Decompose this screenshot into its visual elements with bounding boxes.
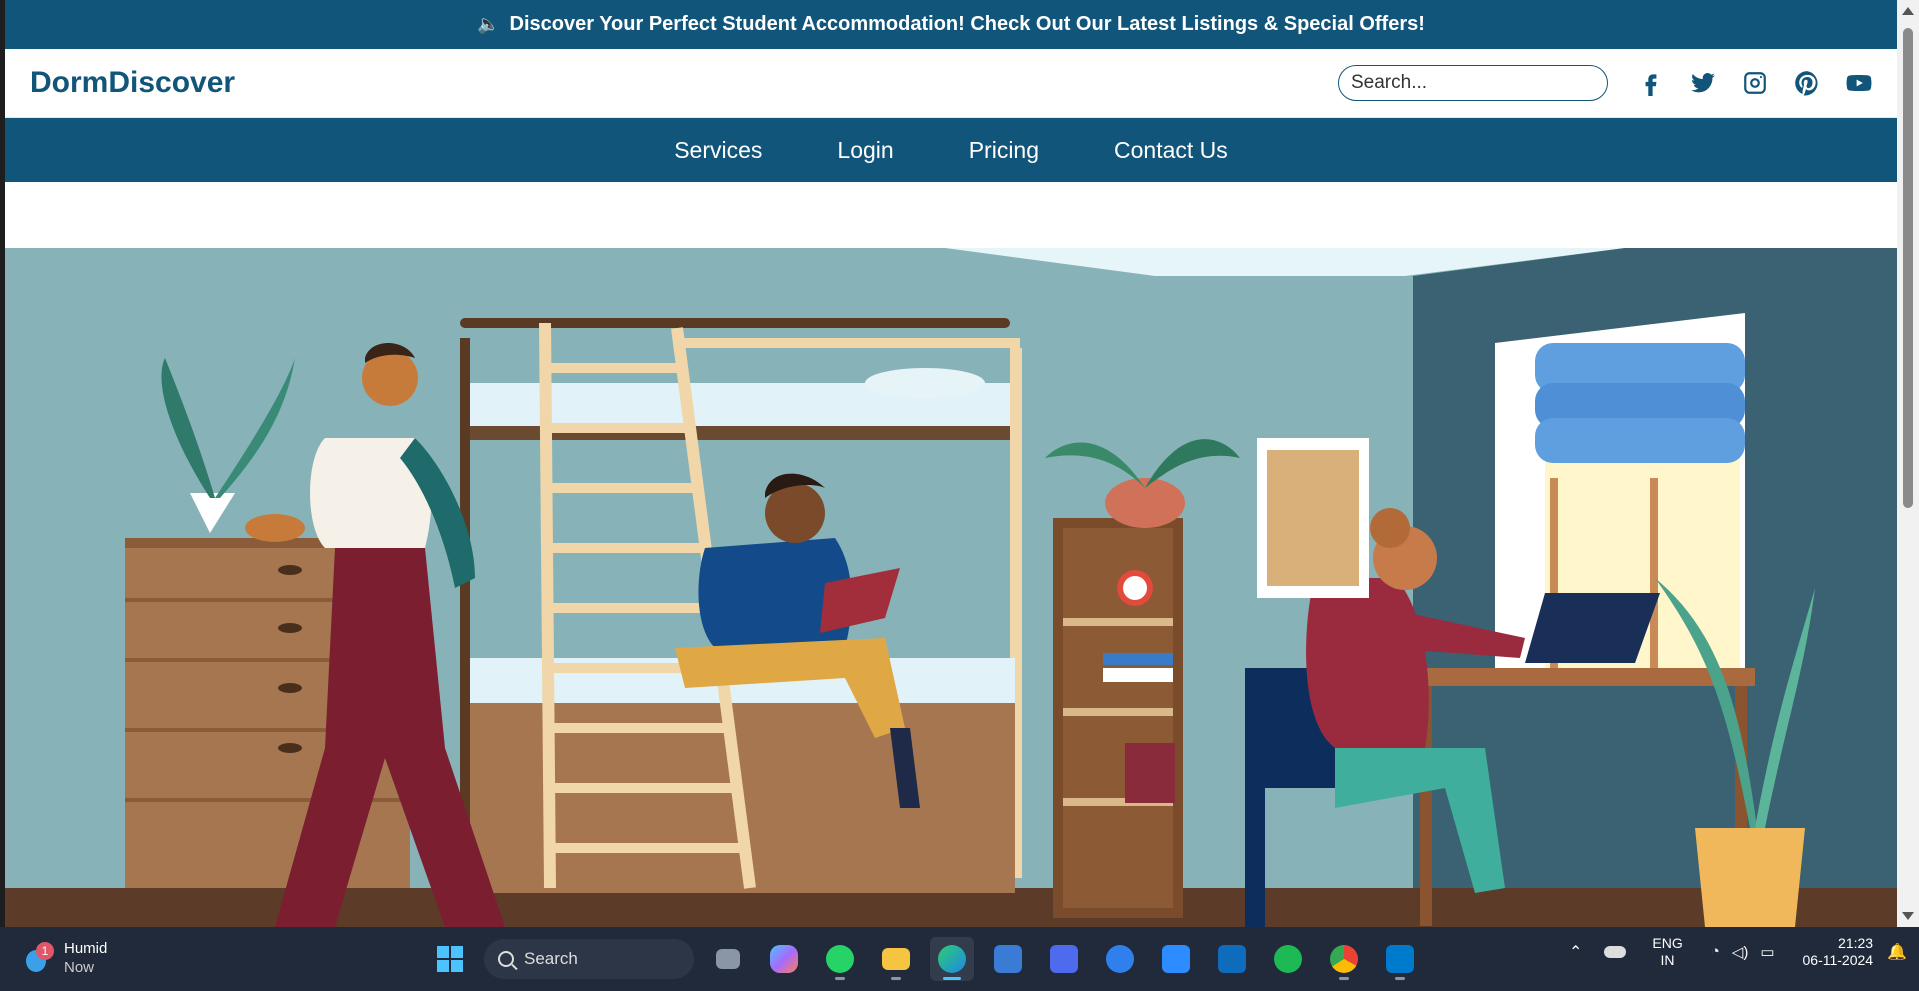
nav-pricing[interactable]: Pricing [969, 137, 1039, 164]
taskbar: 1 Humid Now Search ⌃ ENG IN ◔ ◁) ▭ 21:23… [0, 927, 1919, 991]
search-icon [498, 951, 514, 967]
clock[interactable]: 21:23 06-11-2024 [1803, 935, 1874, 969]
main-nav: Services Login Pricing Contact Us [5, 118, 1897, 182]
taskbar-search[interactable]: Search [484, 939, 694, 979]
twitter-icon[interactable] [1690, 70, 1716, 96]
weather-icon: 1 [22, 942, 54, 974]
zoom-icon[interactable] [1154, 937, 1198, 981]
system-icons[interactable]: ◔ ◁) ▭ [1711, 943, 1775, 961]
taskbar-apps: Search [428, 937, 1422, 981]
pinterest-icon[interactable] [1794, 70, 1820, 96]
weather-badge: 1 [36, 942, 54, 960]
brand-logo[interactable]: DormDiscover [30, 66, 1338, 100]
spacer [5, 182, 1897, 248]
screen: 🔈 Discover Your Perfect Student Accommod… [0, 0, 1919, 991]
weather-subtitle: Now [64, 959, 95, 976]
vscode-icon[interactable] [1378, 937, 1422, 981]
youtube-icon[interactable] [1846, 70, 1872, 96]
system-tray: ⌃ ENG IN ◔ ◁) ▭ 21:23 06-11-2024 🔔 [1569, 935, 1907, 969]
store-icon[interactable] [986, 937, 1030, 981]
announcement-text: Discover Your Perfect Student Accommodat… [509, 13, 1425, 35]
search-input[interactable] [1338, 65, 1608, 101]
scrollbar-thumb[interactable] [1903, 28, 1913, 508]
battery-icon: ▭ [1760, 944, 1775, 961]
site-header: DormDiscover [5, 49, 1897, 118]
nav-services[interactable]: Services [674, 137, 762, 164]
scroll-up-icon[interactable] [1902, 7, 1914, 15]
browser-viewport: 🔈 Discover Your Perfect Student Accommod… [5, 0, 1897, 927]
scroll-down-icon[interactable] [1902, 912, 1914, 920]
spotify-icon[interactable] [1266, 937, 1310, 981]
facebook-icon[interactable] [1638, 70, 1664, 96]
lang-line2: IN [1660, 952, 1675, 968]
file-explorer-icon[interactable] [874, 937, 918, 981]
teams-icon[interactable] [1042, 937, 1086, 981]
windows-icon [437, 946, 463, 972]
outlook-icon[interactable] [1210, 937, 1254, 981]
sync-icon[interactable] [1098, 937, 1142, 981]
whatsapp-icon[interactable] [818, 937, 862, 981]
lang-line1: ENG [1652, 935, 1683, 951]
taskbar-search-label: Search [524, 949, 578, 968]
chrome-icon[interactable] [1322, 937, 1366, 981]
start-button[interactable] [428, 937, 472, 981]
weather-widget[interactable]: 1 Humid Now [22, 939, 107, 977]
instagram-icon[interactable] [1742, 70, 1768, 96]
nav-login[interactable]: Login [837, 137, 893, 164]
copilot-icon[interactable] [762, 937, 806, 981]
social-links [1638, 70, 1872, 96]
task-view-icon[interactable] [706, 937, 750, 981]
chevron-up-icon[interactable]: ⌃ [1569, 942, 1582, 962]
onedrive-icon[interactable] [1604, 946, 1627, 958]
vertical-scrollbar[interactable] [1897, 0, 1919, 927]
language-indicator[interactable]: ENG IN [1652, 935, 1682, 969]
nav-contact-us[interactable]: Contact Us [1114, 137, 1228, 164]
wifi-icon: ◔ [1710, 943, 1720, 960]
hero-illustration [5, 248, 1897, 927]
clock-time: 21:23 [1838, 935, 1874, 951]
volume-icon: ◁) [1731, 944, 1749, 961]
edge-icon[interactable] [930, 937, 974, 981]
notification-bell-icon[interactable]: 🔔 [1887, 942, 1907, 962]
speaker-icon: 🔈 [477, 14, 500, 34]
weather-title: Humid [64, 940, 108, 957]
announcement-bar: 🔈 Discover Your Perfect Student Accommod… [5, 0, 1897, 49]
clock-date: 06-11-2024 [1802, 952, 1874, 968]
